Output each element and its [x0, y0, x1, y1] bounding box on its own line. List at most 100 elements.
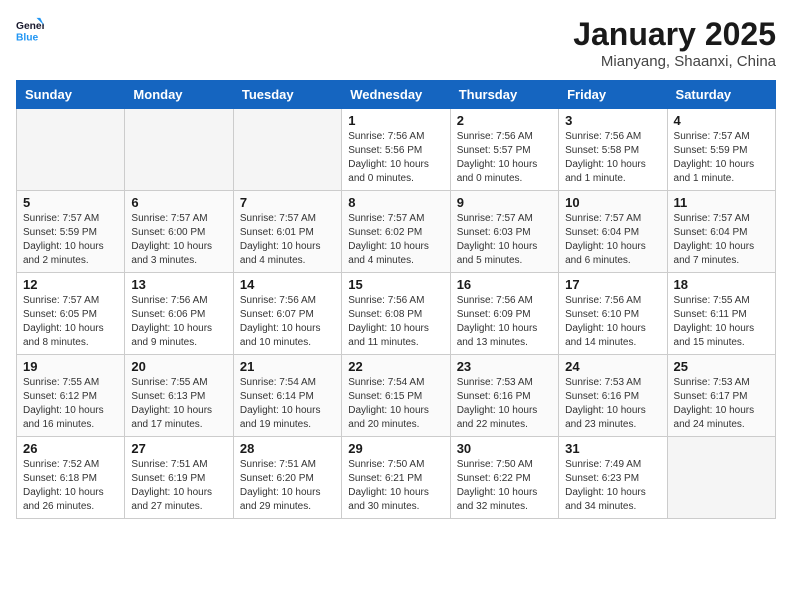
day-info: Sunrise: 7:56 AM Sunset: 5:56 PM Dayligh…: [348, 130, 443, 186]
calendar-day-cell: 14 Sunrise: 7:56 AM Sunset: 6:07 PM Dayli…: [233, 273, 341, 355]
day-number: 11: [674, 195, 769, 210]
svg-text:Blue: Blue: [16, 32, 39, 43]
day-number: 30: [457, 441, 552, 456]
day-number: 16: [457, 277, 552, 292]
day-number: 19: [23, 359, 118, 374]
calendar-day-cell: 17 Sunrise: 7:56 AM Sunset: 6:10 PM Dayli…: [559, 273, 667, 355]
day-number: 26: [23, 441, 118, 456]
weekday-header-cell: Tuesday: [233, 81, 341, 109]
calendar-day-cell: 19 Sunrise: 7:55 AM Sunset: 6:12 PM Dayli…: [17, 355, 125, 437]
day-info: Sunrise: 7:56 AM Sunset: 6:07 PM Dayligh…: [240, 294, 335, 350]
day-info: Sunrise: 7:57 AM Sunset: 6:01 PM Dayligh…: [240, 212, 335, 268]
weekday-header-row: SundayMondayTuesdayWednesdayThursdayFrid…: [17, 81, 776, 109]
day-number: 29: [348, 441, 443, 456]
calendar-day-cell: 23 Sunrise: 7:53 AM Sunset: 6:16 PM Dayli…: [450, 355, 558, 437]
day-info: Sunrise: 7:56 AM Sunset: 6:06 PM Dayligh…: [131, 294, 226, 350]
day-number: 8: [348, 195, 443, 210]
day-info: Sunrise: 7:56 AM Sunset: 5:57 PM Dayligh…: [457, 130, 552, 186]
page-header: General Blue January 2025 Mianyang, Shaa…: [16, 16, 776, 70]
calendar-day-cell: 27Sunrise: 7:51 AM Sunset: 6:19 PM Dayli…: [125, 437, 233, 519]
calendar-day-cell: 3Sunrise: 7:56 AM Sunset: 5:58 PM Daylig…: [559, 109, 667, 191]
day-info: Sunrise: 7:55 AM Sunset: 6:13 PM Dayligh…: [131, 376, 226, 432]
day-info: Sunrise: 7:49 AM Sunset: 6:23 PM Dayligh…: [565, 458, 660, 514]
calendar-day-cell: 9Sunrise: 7:57 AM Sunset: 6:03 PM Daylig…: [450, 191, 558, 273]
calendar-day-cell: 8 Sunrise: 7:57 AM Sunset: 6:02 PM Daylig…: [342, 191, 450, 273]
day-number: 20: [131, 359, 226, 374]
calendar-week-row: 12 Sunrise: 7:57 AM Sunset: 6:05 PM Dayli…: [17, 273, 776, 355]
calendar-week-row: 26 Sunrise: 7:52 AM Sunset: 6:18 PM Dayli…: [17, 437, 776, 519]
calendar-week-row: 19 Sunrise: 7:55 AM Sunset: 6:12 PM Dayli…: [17, 355, 776, 437]
day-number: 5: [23, 195, 118, 210]
calendar-day-cell: 25 Sunrise: 7:53 AM Sunset: 6:17 PM Dayli…: [667, 355, 775, 437]
calendar-title: January 2025: [573, 16, 776, 53]
calendar-day-cell: [125, 109, 233, 191]
calendar-day-cell: 28Sunrise: 7:51 AM Sunset: 6:20 PM Dayli…: [233, 437, 341, 519]
calendar-day-cell: 22 Sunrise: 7:54 AM Sunset: 6:15 PM Dayli…: [342, 355, 450, 437]
calendar-day-cell: 13 Sunrise: 7:56 AM Sunset: 6:06 PM Dayli…: [125, 273, 233, 355]
calendar-day-cell: 26 Sunrise: 7:52 AM Sunset: 6:18 PM Dayli…: [17, 437, 125, 519]
day-number: 18: [674, 277, 769, 292]
calendar-subtitle: Mianyang, Shaanxi, China: [573, 53, 776, 70]
logo: General Blue: [16, 16, 44, 44]
title-area: January 2025 Mianyang, Shaanxi, China: [573, 16, 776, 70]
day-info: Sunrise: 7:57 AM Sunset: 6:03 PM Dayligh…: [457, 212, 552, 268]
weekday-header-cell: Saturday: [667, 81, 775, 109]
calendar-day-cell: 30Sunrise: 7:50 AM Sunset: 6:22 PM Dayli…: [450, 437, 558, 519]
calendar-body: 1 Sunrise: 7:56 AM Sunset: 5:56 PM Daylig…: [17, 109, 776, 519]
day-number: 15: [348, 277, 443, 292]
calendar-day-cell: [17, 109, 125, 191]
calendar-day-cell: 2 Sunrise: 7:56 AM Sunset: 5:57 PM Daylig…: [450, 109, 558, 191]
day-info: Sunrise: 7:56 AM Sunset: 6:10 PM Dayligh…: [565, 294, 660, 350]
logo-icon: General Blue: [16, 16, 44, 44]
calendar-day-cell: 5 Sunrise: 7:57 AM Sunset: 5:59 PM Daylig…: [17, 191, 125, 273]
calendar-day-cell: 6Sunrise: 7:57 AM Sunset: 6:00 PM Daylig…: [125, 191, 233, 273]
day-info: Sunrise: 7:57 AM Sunset: 6:05 PM Dayligh…: [23, 294, 118, 350]
day-number: 17: [565, 277, 660, 292]
calendar-day-cell: [233, 109, 341, 191]
day-number: 13: [131, 277, 226, 292]
day-info: Sunrise: 7:57 AM Sunset: 5:59 PM Dayligh…: [23, 212, 118, 268]
calendar-day-cell: 12 Sunrise: 7:57 AM Sunset: 6:05 PM Dayli…: [17, 273, 125, 355]
day-info: Sunrise: 7:55 AM Sunset: 6:12 PM Dayligh…: [23, 376, 118, 432]
day-info: Sunrise: 7:52 AM Sunset: 6:18 PM Dayligh…: [23, 458, 118, 514]
day-number: 24: [565, 359, 660, 374]
svg-text:General: General: [16, 21, 44, 32]
calendar-day-cell: 20 Sunrise: 7:55 AM Sunset: 6:13 PM Dayli…: [125, 355, 233, 437]
day-number: 23: [457, 359, 552, 374]
day-number: 2: [457, 113, 552, 128]
weekday-header-cell: Monday: [125, 81, 233, 109]
day-number: 1: [348, 113, 443, 128]
day-info: Sunrise: 7:51 AM Sunset: 6:20 PM Dayligh…: [240, 458, 335, 514]
calendar-week-row: 5 Sunrise: 7:57 AM Sunset: 5:59 PM Daylig…: [17, 191, 776, 273]
calendar-day-cell: 21Sunrise: 7:54 AM Sunset: 6:14 PM Dayli…: [233, 355, 341, 437]
day-number: 25: [674, 359, 769, 374]
day-info: Sunrise: 7:50 AM Sunset: 6:21 PM Dayligh…: [348, 458, 443, 514]
day-number: 4: [674, 113, 769, 128]
day-info: Sunrise: 7:56 AM Sunset: 5:58 PM Dayligh…: [565, 130, 660, 186]
day-info: Sunrise: 7:54 AM Sunset: 6:14 PM Dayligh…: [240, 376, 335, 432]
day-info: Sunrise: 7:54 AM Sunset: 6:15 PM Dayligh…: [348, 376, 443, 432]
calendar-day-cell: 16Sunrise: 7:56 AM Sunset: 6:09 PM Dayli…: [450, 273, 558, 355]
day-number: 22: [348, 359, 443, 374]
weekday-header-cell: Thursday: [450, 81, 558, 109]
calendar-day-cell: 24Sunrise: 7:53 AM Sunset: 6:16 PM Dayli…: [559, 355, 667, 437]
calendar-day-cell: 10 Sunrise: 7:57 AM Sunset: 6:04 PM Dayli…: [559, 191, 667, 273]
day-info: Sunrise: 7:53 AM Sunset: 6:17 PM Dayligh…: [674, 376, 769, 432]
day-info: Sunrise: 7:57 AM Sunset: 6:00 PM Dayligh…: [131, 212, 226, 268]
calendar-day-cell: 4Sunrise: 7:57 AM Sunset: 5:59 PM Daylig…: [667, 109, 775, 191]
day-info: Sunrise: 7:56 AM Sunset: 6:08 PM Dayligh…: [348, 294, 443, 350]
calendar-day-cell: 7 Sunrise: 7:57 AM Sunset: 6:01 PM Daylig…: [233, 191, 341, 273]
day-number: 10: [565, 195, 660, 210]
calendar-day-cell: 1 Sunrise: 7:56 AM Sunset: 5:56 PM Daylig…: [342, 109, 450, 191]
calendar-day-cell: 18Sunrise: 7:55 AM Sunset: 6:11 PM Dayli…: [667, 273, 775, 355]
day-number: 12: [23, 277, 118, 292]
day-number: 7: [240, 195, 335, 210]
weekday-header-cell: Sunday: [17, 81, 125, 109]
day-info: Sunrise: 7:57 AM Sunset: 6:04 PM Dayligh…: [565, 212, 660, 268]
day-info: Sunrise: 7:57 AM Sunset: 6:02 PM Dayligh…: [348, 212, 443, 268]
day-info: Sunrise: 7:53 AM Sunset: 6:16 PM Dayligh…: [457, 376, 552, 432]
day-info: Sunrise: 7:57 AM Sunset: 6:04 PM Dayligh…: [674, 212, 769, 268]
calendar-day-cell: 29 Sunrise: 7:50 AM Sunset: 6:21 PM Dayli…: [342, 437, 450, 519]
day-number: 14: [240, 277, 335, 292]
day-number: 31: [565, 441, 660, 456]
